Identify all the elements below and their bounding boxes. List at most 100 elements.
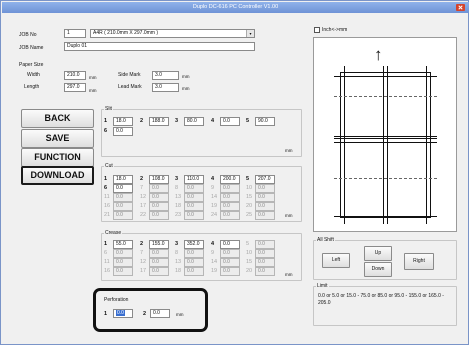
slit-index: 2: [140, 118, 144, 124]
crease-input[interactable]: 0.0: [220, 258, 240, 267]
download-button[interactable]: DOWNLOAD: [21, 166, 94, 185]
crease-input[interactable]: 0.0: [255, 240, 275, 249]
cut-input[interactable]: 0.0: [220, 202, 240, 211]
cut-input[interactable]: 0.0: [255, 211, 275, 220]
crease-input[interactable]: 55.0: [113, 240, 133, 249]
crease-input[interactable]: 0.0: [220, 267, 240, 276]
cut-input[interactable]: 0.0: [149, 202, 169, 211]
crease-input[interactable]: 155.0: [149, 240, 169, 249]
crease-input[interactable]: 0.0: [113, 267, 133, 276]
crease-input[interactable]: 0.0: [255, 267, 275, 276]
cut-index: 7: [140, 185, 144, 191]
shift-up-button[interactable]: Up: [364, 246, 392, 261]
lead-mark-input[interactable]: 3.0: [152, 83, 179, 92]
cut-index: 20: [246, 203, 253, 209]
crease-input[interactable]: 352.0: [184, 240, 204, 249]
cut-input[interactable]: 0.0: [184, 193, 204, 202]
crease-input[interactable]: 0.0: [255, 249, 275, 258]
cut-input[interactable]: 0.0: [220, 193, 240, 202]
crease-input[interactable]: 0.0: [113, 249, 133, 258]
crease-input[interactable]: 0.0: [149, 258, 169, 267]
crease-index: 10: [246, 250, 253, 256]
perforation-index-1: 1: [104, 311, 108, 317]
save-button[interactable]: SAVE: [21, 129, 94, 148]
job-no-input[interactable]: 1: [64, 29, 86, 38]
perforation-index-2: 2: [143, 311, 147, 317]
crease-input[interactable]: 0.0: [184, 267, 204, 276]
cut-input[interactable]: 0.0: [255, 193, 275, 202]
cut-index: 17: [140, 203, 147, 209]
shift-right-button[interactable]: Right: [404, 253, 434, 270]
cut-input[interactable]: 0.0: [113, 184, 133, 193]
cut-index: 16: [104, 203, 111, 209]
shift-left-button[interactable]: Left: [322, 253, 350, 268]
crease-input[interactable]: 0.0: [255, 258, 275, 267]
cut-input[interactable]: 0.0: [184, 202, 204, 211]
slit-input[interactable]: 0.0: [220, 117, 240, 126]
cut-index: 9: [211, 185, 215, 191]
cut-input[interactable]: 0.0: [220, 211, 240, 220]
perforation-input-1[interactable]: 0.0: [113, 309, 133, 318]
crease-input[interactable]: 0.0: [149, 267, 169, 276]
slit-input[interactable]: 0.0: [113, 127, 133, 136]
length-input[interactable]: 297.0: [64, 83, 86, 92]
side-mark-input[interactable]: 3.0: [152, 71, 179, 80]
cut-input[interactable]: 0.0: [149, 193, 169, 202]
side-mark-label: Side Mark: [118, 72, 141, 78]
cut-input[interactable]: 18.0: [113, 175, 133, 184]
paper-size-select[interactable]: A4R ( 210.0mm X 297.0mm ) ▾: [90, 29, 255, 38]
crease-input[interactable]: 0.0: [220, 240, 240, 249]
cut-input[interactable]: 0.0: [149, 184, 169, 193]
crease-index: 14: [211, 259, 218, 265]
slit-index: 3: [175, 118, 179, 124]
cut-index: 21: [104, 212, 111, 218]
title-bar: Duplo DC-616 PC Controller V1.00: [2, 2, 469, 13]
cut-index: 11: [104, 194, 110, 200]
crease-index: 12: [140, 259, 147, 265]
crease-input[interactable]: 0.0: [113, 258, 133, 267]
cut-input[interactable]: 0.0: [184, 184, 204, 193]
crease-input[interactable]: 0.0: [220, 249, 240, 258]
perforation-input-2[interactable]: 0.0: [150, 309, 170, 318]
cut-input[interactable]: 0.0: [184, 211, 204, 220]
cut-input[interactable]: 0.0: [220, 184, 240, 193]
cut-index: 15: [246, 194, 253, 200]
crease-index: 3: [175, 241, 179, 247]
cut-index: 10: [246, 185, 253, 191]
slit-input[interactable]: 80.0: [184, 117, 204, 126]
width-input[interactable]: 210.0: [64, 71, 86, 80]
cut-input[interactable]: 200.0: [220, 175, 240, 184]
slit-label: Slit: [104, 106, 113, 112]
crease-index: 17: [140, 268, 147, 274]
cut-input[interactable]: 0.0: [149, 211, 169, 220]
all-shift-label: All Shift: [316, 237, 335, 243]
cut-index: 14: [211, 194, 218, 200]
cut-index: 18: [175, 203, 182, 209]
cut-index: 23: [175, 212, 182, 218]
cut-input[interactable]: 0.0: [113, 193, 133, 202]
cut-input[interactable]: 110.0: [184, 175, 204, 184]
slit-unit: mm: [285, 148, 293, 153]
cut-input[interactable]: 0.0: [113, 211, 133, 220]
job-name-input[interactable]: Duplo 01: [64, 42, 255, 51]
back-button[interactable]: BACK: [21, 109, 94, 128]
close-icon[interactable]: [456, 4, 465, 11]
shift-down-button[interactable]: Down: [364, 262, 392, 277]
chevron-down-icon[interactable]: ▾: [246, 30, 254, 37]
cut-input[interactable]: 0.0: [255, 184, 275, 193]
cut-input[interactable]: 0.0: [255, 202, 275, 211]
cut-index: 5: [246, 176, 250, 182]
cut-input[interactable]: 108.0: [149, 175, 169, 184]
crease-input[interactable]: 0.0: [149, 249, 169, 258]
inch-mm-checkbox[interactable]: [314, 27, 320, 33]
cut-input[interactable]: 0.0: [113, 202, 133, 211]
cut-input[interactable]: 207.0: [255, 175, 275, 184]
cut-line-1: [334, 76, 437, 77]
crease-index: 16: [104, 268, 111, 274]
crease-input[interactable]: 0.0: [184, 258, 204, 267]
function-button[interactable]: FUNCTION: [21, 148, 94, 167]
slit-input[interactable]: 18.0: [113, 117, 133, 126]
slit-input[interactable]: 188.0: [149, 117, 169, 126]
slit-input[interactable]: 90.0: [255, 117, 275, 126]
crease-input[interactable]: 0.0: [184, 249, 204, 258]
